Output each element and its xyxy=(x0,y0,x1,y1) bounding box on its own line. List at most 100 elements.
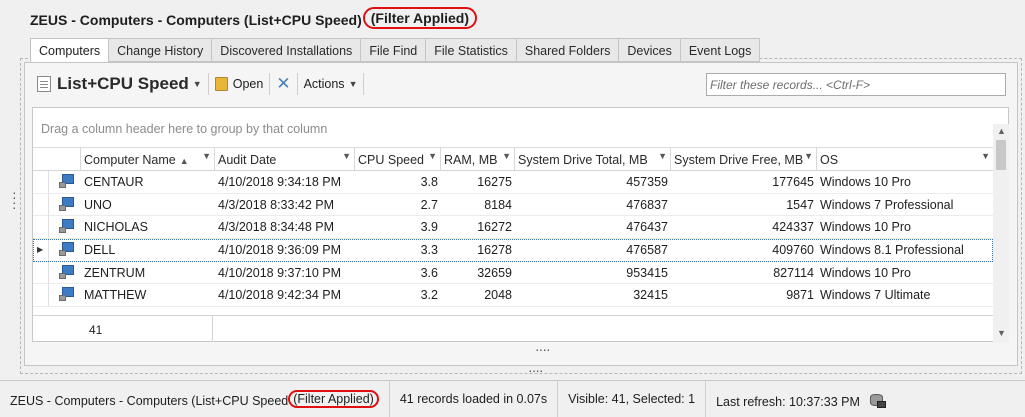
cell-drive-free[interactable]: 177645 xyxy=(671,171,817,193)
cell-audit-date[interactable]: 4/10/2018 9:34:18 PM xyxy=(215,171,355,193)
cell-computer-name[interactable]: CENTAUR xyxy=(81,171,215,193)
cell-ram[interactable]: 16272 xyxy=(441,216,515,238)
cell-ram[interactable]: 16275 xyxy=(441,171,515,193)
tab-event-logs[interactable]: Event Logs xyxy=(680,38,761,62)
scrollbar-thumb[interactable] xyxy=(996,140,1006,170)
database-network-icon[interactable] xyxy=(869,393,886,408)
cell-computer-name[interactable]: MATTHEW xyxy=(81,284,215,306)
tab-file-find[interactable]: File Find xyxy=(361,38,427,62)
table-row[interactable]: ZENTRUM 4/10/2018 9:37:10 PM 3.6 32659 9… xyxy=(33,261,993,285)
cell-audit-date[interactable]: 4/10/2018 9:36:09 PM xyxy=(215,239,355,261)
cell-cpu-speed[interactable]: 3.6 xyxy=(355,262,441,284)
header-label: Computer Name xyxy=(84,153,176,167)
cell-cpu-speed[interactable]: 3.3 xyxy=(355,239,441,261)
cell-computer-name[interactable]: ZENTRUM xyxy=(81,262,215,284)
cell-cpu-speed[interactable]: 3.2 xyxy=(355,284,441,306)
cell-os[interactable]: Windows 7 Ultimate xyxy=(817,284,993,306)
view-selector[interactable]: List+CPU Speed xyxy=(57,74,189,94)
cell-os[interactable]: Windows 10 Pro xyxy=(817,216,993,238)
header-os[interactable]: OS ▼ xyxy=(817,148,993,170)
status-last-refresh: Last refresh: 10:37:33 PM xyxy=(706,381,896,417)
scroll-up-icon[interactable]: ▲ xyxy=(997,126,1006,136)
tab-shared-folders[interactable]: Shared Folders xyxy=(516,38,620,62)
filter-funnel-icon[interactable]: ▼ xyxy=(658,151,667,161)
scroll-down-icon[interactable]: ▼ xyxy=(997,328,1006,338)
chevron-down-icon[interactable]: ▼ xyxy=(193,79,202,89)
cell-drive-free[interactable]: 9871 xyxy=(671,284,817,306)
cell-drive-free[interactable]: 409760 xyxy=(671,239,817,261)
tab-discovered-installations[interactable]: Discovered Installations xyxy=(212,38,362,62)
group-by-panel[interactable]: Drag a column header here to group by th… xyxy=(33,108,993,148)
cell-cpu-speed[interactable]: 2.7 xyxy=(355,194,441,216)
table-row-selected[interactable]: ▶ DELL 4/10/2018 9:36:09 PM 3.3 16278 47… xyxy=(33,239,993,262)
header-ram[interactable]: RAM, MB ▼ xyxy=(441,148,515,170)
vertical-splitter-handle-icon[interactable]: · · · · xyxy=(12,185,18,214)
cell-cpu-speed[interactable]: 3.9 xyxy=(355,216,441,238)
cell-drive-total[interactable]: 476437 xyxy=(515,216,671,238)
folder-open-icon[interactable] xyxy=(214,77,228,91)
cell-audit-date[interactable]: 4/10/2018 9:42:34 PM xyxy=(215,284,355,306)
row-indicator[interactable] xyxy=(33,284,49,307)
vertical-scrollbar[interactable]: ▲ ▼ xyxy=(993,124,1009,342)
chevron-down-icon[interactable]: ▼ xyxy=(349,79,358,89)
table-row[interactable]: MATTHEW 4/10/2018 9:42:34 PM 3.2 2048 32… xyxy=(33,284,993,308)
cell-drive-free[interactable]: 1547 xyxy=(671,194,817,216)
cell-computer-name[interactable]: NICHOLAS xyxy=(81,216,215,238)
cell-ram[interactable]: 32659 xyxy=(441,262,515,284)
header-label: System Drive Total, MB xyxy=(518,153,648,167)
cell-computer-name[interactable]: UNO xyxy=(81,194,215,216)
actions-button[interactable]: Actions xyxy=(304,77,345,91)
filter-funnel-icon[interactable]: ▼ xyxy=(502,151,511,161)
row-indicator[interactable] xyxy=(33,261,49,284)
filter-funnel-icon[interactable]: ▼ xyxy=(804,151,813,161)
cell-audit-date[interactable]: 4/10/2018 9:37:10 PM xyxy=(215,262,355,284)
header-audit-date[interactable]: Audit Date ▼ xyxy=(215,148,355,170)
row-indicator[interactable] xyxy=(33,216,49,239)
filter-funnel-icon[interactable]: ▼ xyxy=(342,151,351,161)
tab-file-statistics[interactable]: File Statistics xyxy=(426,38,517,62)
cell-ram[interactable]: 8184 xyxy=(441,194,515,216)
cell-drive-free[interactable]: 424337 xyxy=(671,216,817,238)
cell-ram[interactable]: 2048 xyxy=(441,284,515,306)
splitter-handle-icon[interactable]: ···· xyxy=(528,362,544,378)
cell-os[interactable]: Windows 10 Pro xyxy=(817,262,993,284)
filter-records-input[interactable]: Filter these records... <Ctrl-F> xyxy=(706,73,1006,96)
header-system-drive-total[interactable]: System Drive Total, MB ▼ xyxy=(515,148,671,170)
cell-os[interactable]: Windows 7 Professional xyxy=(817,194,993,216)
focused-row-indicator[interactable]: ▶ xyxy=(33,239,49,262)
cell-cpu-speed[interactable]: 3.8 xyxy=(355,171,441,193)
header-cpu-speed[interactable]: CPU Speed ▼ xyxy=(355,148,441,170)
cell-audit-date[interactable]: 4/3/2018 8:34:48 PM xyxy=(215,216,355,238)
table-row[interactable]: CENTAUR 4/10/2018 9:34:18 PM 3.8 16275 4… xyxy=(33,171,993,194)
tab-devices[interactable]: Devices xyxy=(619,38,681,62)
cell-os[interactable]: Windows 10 Pro xyxy=(817,171,993,193)
header-computer-name[interactable]: Computer Name ▲ ▼ xyxy=(81,148,215,170)
filter-funnel-icon[interactable]: ▼ xyxy=(202,151,211,161)
status-records-loaded: 41 records loaded in 0.07s xyxy=(390,380,559,417)
status-title: ZEUS - Computers - Computers (List+CPU S… xyxy=(0,380,390,417)
open-button[interactable]: Open xyxy=(233,77,264,91)
tab-change-history[interactable]: Change History xyxy=(109,38,213,62)
cell-drive-free[interactable]: 827114 xyxy=(671,262,817,284)
computers-panel: List+CPU Speed ▼ Open ✕ Actions ▼ Filter… xyxy=(24,62,1018,366)
row-indicator[interactable] xyxy=(33,193,49,216)
table-row[interactable]: NICHOLAS 4/3/2018 8:34:48 PM 3.9 16272 4… xyxy=(33,216,993,240)
header-system-drive-free[interactable]: System Drive Free, MB ▼ xyxy=(671,148,817,170)
filter-funnel-icon[interactable]: ▼ xyxy=(981,151,990,161)
cell-drive-total[interactable]: 476587 xyxy=(515,239,671,261)
filter-funnel-icon[interactable]: ▼ xyxy=(428,151,437,161)
header-label: OS xyxy=(820,153,839,167)
cell-computer-name[interactable]: DELL xyxy=(81,239,215,261)
cell-drive-total[interactable]: 953415 xyxy=(515,262,671,284)
cell-drive-total[interactable]: 476837 xyxy=(515,194,671,216)
cell-audit-date[interactable]: 4/3/2018 8:33:42 PM xyxy=(215,194,355,216)
cell-ram[interactable]: 16278 xyxy=(441,239,515,261)
row-indicator[interactable] xyxy=(33,171,49,193)
tab-computers[interactable]: Computers xyxy=(30,38,110,64)
cell-drive-total[interactable]: 32415 xyxy=(515,284,671,306)
splitter-handle-icon[interactable]: ···· xyxy=(535,341,551,357)
delete-icon[interactable]: ✕ xyxy=(276,74,290,94)
cell-os[interactable]: Windows 8.1 Professional xyxy=(817,239,993,261)
cell-drive-total[interactable]: 457359 xyxy=(515,171,671,193)
table-row[interactable]: UNO 4/3/2018 8:33:42 PM 2.7 8184 476837 … xyxy=(33,193,993,217)
